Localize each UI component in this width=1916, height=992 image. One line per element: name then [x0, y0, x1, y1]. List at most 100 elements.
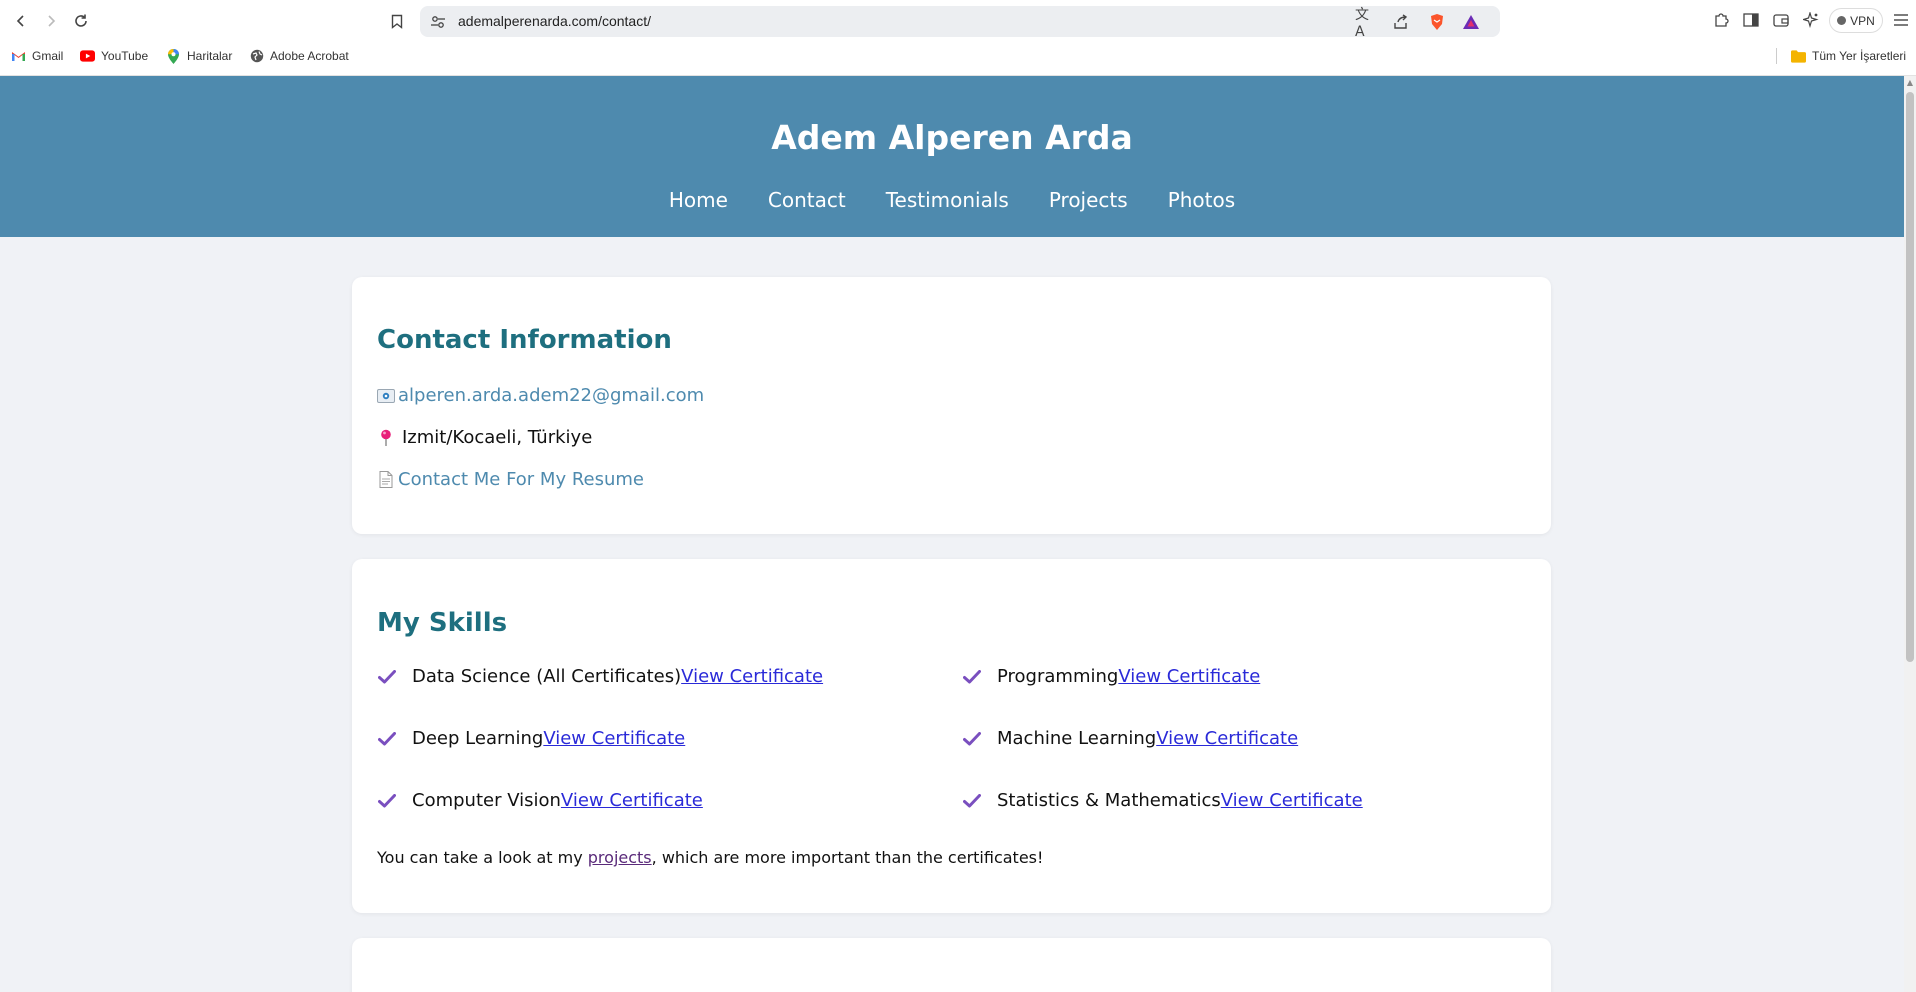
- browser-chrome: ademalperenarda.com/contact/ 文A VPN Gmai…: [0, 0, 1916, 76]
- site-header: Adem Alperen Arda Home Contact Testimoni…: [0, 76, 1904, 237]
- brave-lion-icon: [1431, 14, 1443, 30]
- extensions-button[interactable]: [1709, 8, 1733, 32]
- forward-button[interactable]: [38, 8, 64, 34]
- projects-note: You can take a look at my projects, whic…: [377, 848, 1043, 867]
- leo-ai-button[interactable]: [1799, 8, 1823, 32]
- scroll-up-arrow-icon[interactable]: ▲: [1906, 78, 1914, 88]
- translate-button[interactable]: 文A: [1355, 7, 1377, 40]
- menu-button[interactable]: [1889, 8, 1913, 32]
- reload-icon: [75, 14, 87, 27]
- address-bar[interactable]: ademalperenarda.com/contact/ 文A: [420, 6, 1500, 40]
- share-button[interactable]: [1390, 11, 1412, 33]
- skill-name: Machine Learning: [997, 728, 1157, 749]
- sidebar-icon: [1743, 13, 1759, 27]
- folder-icon: [1791, 49, 1806, 64]
- skill-item-programming: Programming View Certificate: [963, 666, 1260, 687]
- nav-projects[interactable]: Projects: [1049, 188, 1128, 212]
- checkmark-icon: [963, 730, 983, 748]
- skill-name: Data Science (All Certificates): [412, 666, 682, 687]
- sparkle-icon: [1803, 12, 1819, 28]
- skill-item-computer-vision: Computer Vision View Certificate: [378, 790, 703, 811]
- sidebar-button[interactable]: [1739, 8, 1763, 32]
- resume-link[interactable]: Contact Me For My Resume: [398, 469, 644, 490]
- nav-photos[interactable]: Photos: [1168, 188, 1235, 212]
- email-link[interactable]: alperen.arda.adem22@gmail.com: [398, 385, 704, 406]
- bookmark-adobe-acrobat[interactable]: Adobe Acrobat: [249, 46, 349, 66]
- gmail-icon: [11, 49, 26, 64]
- skill-name: Computer Vision: [412, 790, 561, 811]
- youtube-icon: [80, 49, 95, 64]
- note-text-before: You can take a look at my: [377, 848, 588, 867]
- resume-row: Contact Me For My Resume: [376, 469, 644, 490]
- skills-heading: My Skills: [377, 608, 508, 638]
- checkmark-icon: [963, 668, 983, 686]
- view-certificate-link[interactable]: View Certificate: [1221, 790, 1363, 811]
- site-title: Adem Alperen Arda: [771, 118, 1133, 157]
- bookmark-page-button[interactable]: [386, 9, 408, 33]
- location-row: Izmit/Kocaeli, Türkiye: [376, 427, 592, 448]
- view-certificate-link[interactable]: View Certificate: [543, 728, 685, 749]
- note-text-after: , which are more important than the cert…: [651, 848, 1044, 867]
- skill-name: Statistics & Mathematics: [997, 790, 1221, 811]
- skill-item-machine-learning: Machine Learning View Certificate: [963, 728, 1298, 749]
- back-button[interactable]: [8, 8, 34, 34]
- email-row: alperen.arda.adem22@gmail.com: [376, 385, 704, 406]
- hamburger-menu-icon: [1894, 14, 1908, 26]
- url-text[interactable]: ademalperenarda.com/contact/: [458, 13, 651, 29]
- bookmark-haritalar[interactable]: Haritalar: [166, 46, 232, 66]
- skill-item-deep-learning: Deep Learning View Certificate: [378, 728, 685, 749]
- view-certificate-link[interactable]: View Certificate: [561, 790, 703, 811]
- next-section-card: [352, 938, 1551, 992]
- skill-name: Deep Learning: [412, 728, 544, 749]
- bookmark-label: YouTube: [101, 49, 149, 63]
- location-text: Izmit/Kocaeli, Türkiye: [402, 427, 593, 448]
- vpn-button[interactable]: VPN: [1829, 8, 1883, 33]
- nav-testimonials[interactable]: Testimonials: [886, 188, 1009, 212]
- skill-name: Programming: [997, 666, 1119, 687]
- wallet-icon: [1773, 14, 1789, 27]
- skills-card: My Skills Data Science (All Certificates…: [352, 559, 1551, 913]
- brave-shields-button[interactable]: [1426, 11, 1448, 33]
- puzzle-icon: [1715, 13, 1729, 27]
- checkmark-icon: [378, 668, 398, 686]
- contact-heading: Contact Information: [377, 325, 672, 355]
- share-icon: [1394, 14, 1408, 29]
- maps-icon: [166, 48, 181, 64]
- bookmark-youtube[interactable]: YouTube: [80, 46, 148, 66]
- translate-icon: 文A: [1355, 7, 1369, 40]
- page-scrollbar[interactable]: ▲: [1904, 76, 1916, 992]
- projects-link[interactable]: projects: [588, 848, 652, 867]
- contact-information-card: Contact Information alperen.arda.adem22@…: [352, 277, 1551, 534]
- scrollbar-thumb[interactable]: [1906, 92, 1914, 662]
- site-settings-icon: [431, 16, 445, 28]
- view-certificate-link[interactable]: View Certificate: [1118, 666, 1260, 687]
- view-certificate-link[interactable]: View Certificate: [1156, 728, 1298, 749]
- bookmark-gmail[interactable]: Gmail: [11, 46, 63, 66]
- nav-contact[interactable]: Contact: [768, 188, 846, 212]
- bookmark-label: Haritalar: [187, 49, 233, 63]
- vpn-status-icon: [1837, 16, 1847, 25]
- wallet-button[interactable]: [1769, 8, 1793, 32]
- arrow-right-icon: [48, 15, 56, 27]
- bookmarks-divider: [1776, 48, 1777, 64]
- bookmark-icon: [391, 14, 403, 29]
- brave-rewards-button[interactable]: [1460, 11, 1482, 33]
- bookmark-label: Gmail: [32, 49, 64, 63]
- checkmark-icon: [378, 730, 398, 748]
- all-bookmarks-folder[interactable]: Tüm Yer İşaretleri: [1791, 46, 1906, 66]
- arrow-left-icon: [16, 15, 24, 27]
- pushpin-icon: [376, 428, 396, 448]
- view-certificate-link[interactable]: View Certificate: [681, 666, 823, 687]
- bookmarks-bar: Gmail YouTube Haritalar Adobe Acrobat Tü…: [0, 44, 1916, 68]
- checkmark-icon: [963, 792, 983, 810]
- site-nav: Home Contact Testimonials Projects Photo…: [0, 188, 1904, 212]
- nav-home[interactable]: Home: [669, 188, 728, 212]
- bookmark-label: Tüm Yer İşaretleri: [1812, 49, 1907, 63]
- globe-icon: [249, 49, 264, 64]
- site-info-button[interactable]: [428, 12, 448, 32]
- vpn-label: VPN: [1850, 13, 1875, 28]
- email-envelope-icon: [376, 386, 396, 406]
- reload-button[interactable]: [68, 8, 94, 34]
- skill-item-statistics-mathematics: Statistics & Mathematics View Certificate: [963, 790, 1363, 811]
- rewards-triangle-icon: [1463, 15, 1479, 29]
